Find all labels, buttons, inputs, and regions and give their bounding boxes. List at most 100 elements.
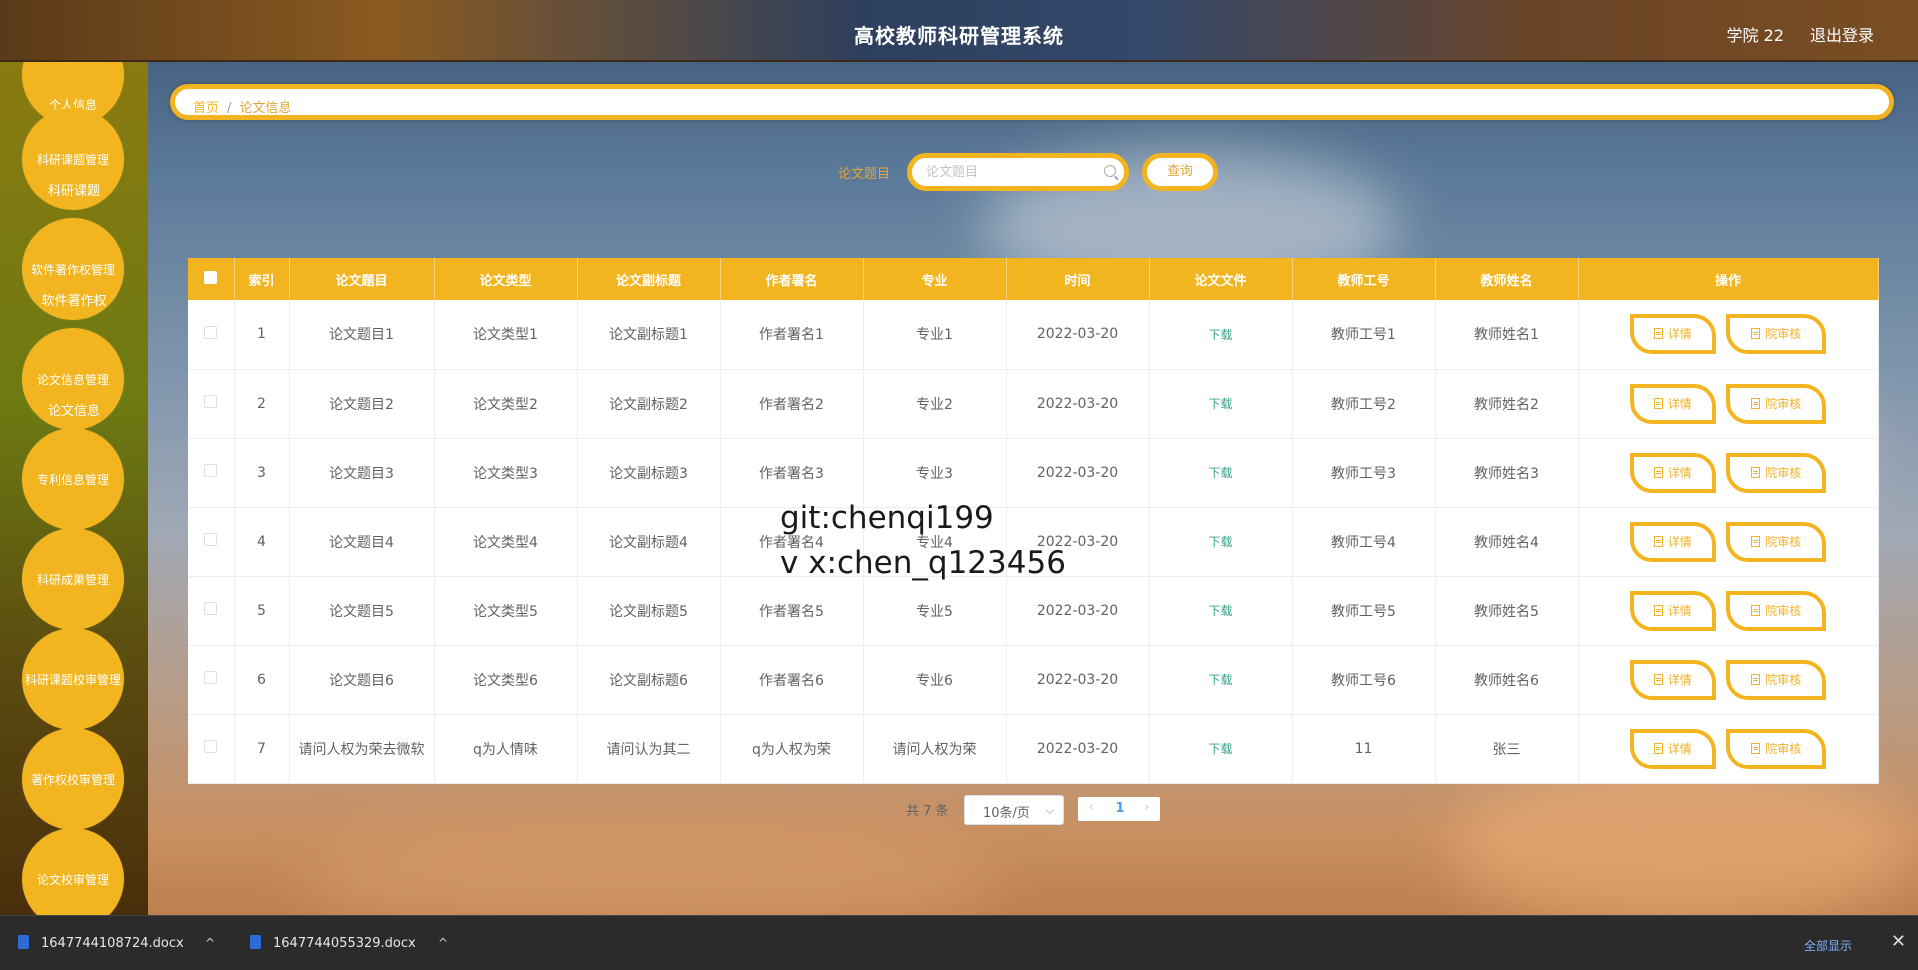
document-icon	[1653, 604, 1663, 616]
sidebar-subitem-software-copyright[interactable]: 软件著作权	[0, 290, 148, 309]
teacher-id-cell: 教师工号2	[1292, 369, 1436, 439]
author-name-cell: 作者署名6	[720, 645, 864, 715]
breadcrumb-current: 论文信息	[239, 101, 292, 116]
chevron-up-icon[interactable]: ^	[438, 936, 448, 950]
sidebar-item-label: 论文校审管理	[36, 872, 109, 887]
row-index-cell: 1	[234, 300, 290, 370]
search-input[interactable]	[926, 159, 1106, 185]
teacher-id-cell: 教师工号1	[1292, 300, 1436, 370]
detail-button-label: 详情	[1667, 603, 1692, 618]
page-number-current[interactable]: 1	[1110, 801, 1130, 816]
show-all-downloads-link[interactable]: 全部显示	[1804, 937, 1852, 954]
sidebar-item-patent-info[interactable]: 专利信息管理	[22, 428, 124, 530]
sidebar-subitem-paper-info[interactable]: 论文信息	[0, 400, 148, 419]
watermark-line: v x:chen_q123456	[780, 545, 1066, 581]
row-checkbox[interactable]	[204, 325, 218, 339]
column-header: 专业	[863, 258, 1007, 300]
download-item[interactable]: 1647744108724.docx	[18, 935, 184, 951]
download-item[interactable]: 1647744055329.docx	[250, 935, 416, 951]
search-field[interactable]	[907, 153, 1129, 191]
actions-cell: 详情 院审核	[1578, 645, 1879, 715]
column-header: 索引	[234, 258, 290, 300]
sidebar-item-label: 科研成果管理	[36, 572, 109, 587]
row-checkbox[interactable]	[204, 533, 218, 546]
download-link[interactable]: 下载	[1208, 535, 1232, 549]
search-icon	[1104, 165, 1116, 177]
row-select-cell	[188, 369, 235, 439]
next-page-button[interactable]: ›	[1140, 800, 1154, 815]
detail-button[interactable]: 详情	[1629, 314, 1716, 355]
column-header: 时间	[1006, 258, 1150, 300]
chevron-up-icon[interactable]: ^	[205, 936, 215, 950]
detail-button[interactable]: 详情	[1629, 590, 1716, 631]
logout-link[interactable]: 退出登录	[1810, 22, 1874, 46]
download-link[interactable]: 下载	[1208, 673, 1232, 687]
prev-page-button[interactable]: ‹	[1084, 800, 1098, 815]
teacher-name-cell: 教师姓名2	[1435, 369, 1579, 439]
download-link[interactable]: 下载	[1208, 466, 1232, 480]
actions-cell: 详情 院审核	[1578, 369, 1879, 439]
row-checkbox[interactable]	[204, 395, 218, 408]
download-filename: 1647744055329.docx	[273, 936, 416, 951]
teacher-id-cell: 教师工号5	[1292, 576, 1436, 646]
review-button[interactable]: 院审核	[1726, 314, 1827, 355]
paper-type-cell: 论文类型2	[434, 369, 578, 439]
column-header: 教师工号	[1292, 258, 1436, 300]
search-button[interactable]: 查询	[1142, 153, 1218, 191]
detail-button[interactable]: 详情	[1629, 383, 1716, 424]
review-button[interactable]: 院审核	[1726, 383, 1827, 424]
review-button[interactable]: 院审核	[1726, 590, 1827, 631]
paper-title-cell: 论文题目5	[289, 576, 435, 646]
review-button-label: 院审核	[1765, 534, 1802, 549]
paper-subtitle-cell: 论文副标题1	[577, 300, 721, 370]
paper-type-cell: 论文类型1	[434, 300, 578, 370]
download-link[interactable]: 下载	[1208, 328, 1232, 342]
row-checkbox[interactable]	[204, 740, 218, 753]
paper-file-cell: 下载	[1149, 507, 1293, 577]
review-button-label: 院审核	[1765, 741, 1802, 756]
paper-file-cell: 下载	[1149, 369, 1293, 439]
row-checkbox[interactable]	[204, 464, 218, 477]
review-button-label: 院审核	[1765, 672, 1802, 687]
sidebar-item-paper-review[interactable]: 论文校审管理	[22, 828, 124, 915]
row-checkbox[interactable]	[204, 671, 218, 684]
sidebar-item-copyright-review[interactable]: 著作权校审管理	[22, 728, 124, 830]
date-cell: 2022-03-20	[1006, 369, 1150, 439]
actions-cell: 详情 院审核	[1578, 300, 1879, 370]
major-cell: 专业1	[863, 300, 1007, 370]
sidebar-subitem-research-topic[interactable]: 科研课题	[0, 180, 148, 199]
review-button[interactable]: 院审核	[1726, 452, 1827, 493]
paper-subtitle-cell: 请问认为其二	[577, 714, 721, 784]
page-size-select[interactable]: 10条/页	[964, 795, 1064, 825]
review-button[interactable]: 院审核	[1726, 521, 1827, 562]
close-icon[interactable]: ✕	[1891, 931, 1906, 952]
sidebar-item-topic-review[interactable]: 科研课题校审管理	[22, 628, 124, 730]
sidebar-item-research-results[interactable]: 科研成果管理	[22, 528, 124, 630]
review-button[interactable]: 院审核	[1726, 659, 1827, 700]
detail-button[interactable]: 详情	[1629, 728, 1716, 769]
paper-file-cell: 下载	[1149, 300, 1293, 370]
detail-button-label: 详情	[1667, 534, 1692, 549]
row-select-cell	[188, 438, 235, 508]
breadcrumb-home[interactable]: 首页	[193, 101, 219, 116]
detail-button[interactable]: 详情	[1629, 521, 1716, 562]
review-button-label: 院审核	[1765, 465, 1802, 480]
table-row: 1 论文题目1 论文类型1 论文副标题1 作者署名1 专业1 2022-03-20 下载 教师工…	[188, 300, 1879, 370]
word-file-icon	[250, 935, 261, 949]
review-button[interactable]: 院审核	[1726, 728, 1827, 769]
page-size-value: 10条/页	[983, 806, 1030, 821]
teacher-name-cell: 教师姓名5	[1435, 576, 1579, 646]
actions-cell: 详情 院审核	[1578, 438, 1879, 508]
row-select-cell	[188, 645, 235, 715]
author-name-cell: q为人权为荣	[720, 714, 864, 784]
download-link[interactable]: 下载	[1208, 397, 1232, 411]
download-link[interactable]: 下载	[1208, 742, 1232, 756]
select-all-checkbox[interactable]	[204, 270, 218, 284]
document-icon	[1751, 673, 1761, 685]
current-user: 学院 22	[1726, 26, 1784, 45]
row-checkbox[interactable]	[204, 602, 218, 615]
row-select-cell	[188, 507, 235, 577]
detail-button[interactable]: 详情	[1629, 659, 1716, 700]
download-link[interactable]: 下载	[1208, 604, 1232, 618]
detail-button[interactable]: 详情	[1629, 452, 1716, 493]
